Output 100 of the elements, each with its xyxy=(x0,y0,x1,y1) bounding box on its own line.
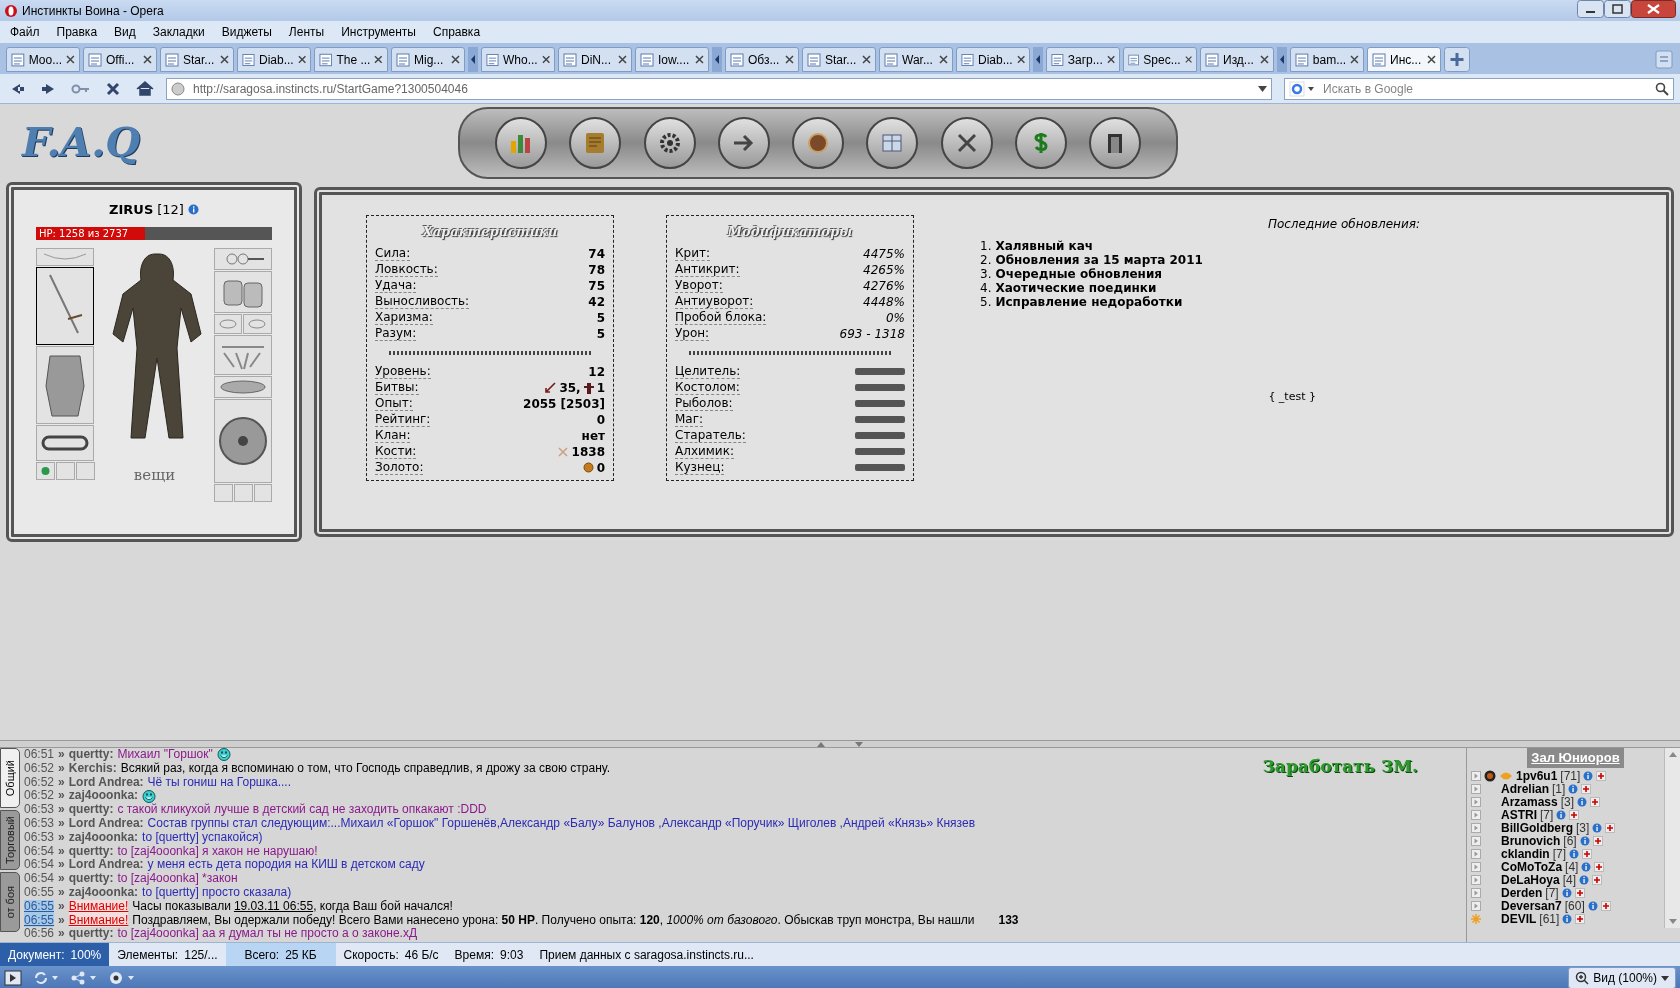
chat-author[interactable]: zaj4ooonka: xyxy=(68,830,139,845)
chat-author[interactable]: quertty: xyxy=(68,872,114,886)
browser-tab[interactable]: Diab... xyxy=(956,47,1030,72)
browser-tab[interactable]: Who... xyxy=(481,47,555,72)
browser-tab[interactable]: War... xyxy=(879,47,953,72)
chat-time[interactable]: 06:51 xyxy=(24,748,55,762)
plus-icon[interactable] xyxy=(1596,771,1607,781)
chat-author[interactable]: Lord Andrea: xyxy=(68,775,144,790)
chat-time[interactable]: 06:54 xyxy=(24,844,55,859)
close-icon[interactable] xyxy=(66,55,75,64)
browser-tab[interactable]: Загр... xyxy=(1046,47,1120,72)
chat-time[interactable]: 06:53 xyxy=(24,830,55,845)
chat-author[interactable]: quertty: xyxy=(68,927,114,942)
unite-icon[interactable] xyxy=(108,970,136,986)
plus-icon[interactable] xyxy=(1581,784,1592,794)
menu-item[interactable]: Виджеты xyxy=(221,23,272,41)
user-name-link[interactable]: DEVIL xyxy=(1501,910,1537,928)
chat-author[interactable]: quertty: xyxy=(68,803,114,817)
browser-tab[interactable]: DiN... xyxy=(558,47,632,72)
update-link[interactable]: Хаотические поединки xyxy=(995,281,1157,295)
browser-tab[interactable]: Iow.... xyxy=(635,47,709,72)
plus-icon[interactable] xyxy=(1590,797,1601,807)
chat-tab[interactable]: Торговый xyxy=(0,810,20,870)
plus-icon[interactable] xyxy=(1575,914,1586,924)
browser-tab[interactable]: Изд... xyxy=(1200,47,1274,72)
close-icon[interactable] xyxy=(1350,55,1359,64)
info-icon[interactable] xyxy=(1556,810,1567,820)
scrollbar[interactable] xyxy=(1664,748,1680,928)
browser-tab[interactable]: Moo... xyxy=(6,47,80,72)
browser-tab[interactable]: Offi... xyxy=(83,47,157,72)
share-icon[interactable] xyxy=(70,970,98,986)
update-link[interactable]: Исправление недоработки xyxy=(995,295,1183,309)
chat-time[interactable]: 06:52 xyxy=(24,761,55,776)
info-icon[interactable] xyxy=(1577,797,1588,807)
sync-icon[interactable] xyxy=(32,970,60,986)
expand-arrow-icon[interactable] xyxy=(855,741,863,747)
nav-menu-button[interactable] xyxy=(1014,117,1067,169)
plus-icon[interactable] xyxy=(1574,888,1585,898)
chat-tab[interactable]: Общий xyxy=(0,748,20,808)
close-icon[interactable] xyxy=(1106,55,1115,64)
menu-item[interactable]: Вид xyxy=(114,23,136,41)
chat-time[interactable]: 06:55 xyxy=(24,899,55,914)
browser-tab[interactable]: The ... xyxy=(314,47,388,72)
chat-author[interactable]: Kerchis: xyxy=(68,761,117,776)
chat-author[interactable]: quertty: xyxy=(68,844,114,859)
update-link[interactable]: Обновления за 15 марта 2011 xyxy=(995,253,1203,267)
browser-tab[interactable]: Обз... xyxy=(725,47,799,72)
menu-item[interactable]: Ленты xyxy=(288,23,325,41)
close-icon[interactable] xyxy=(451,55,460,64)
info-icon[interactable] xyxy=(1579,836,1590,846)
search-field[interactable]: Искать в Google xyxy=(1323,79,1647,98)
search-engine-icon[interactable] xyxy=(1289,80,1315,97)
close-icon[interactable] xyxy=(1016,55,1025,64)
nav-menu-button[interactable] xyxy=(1088,117,1141,169)
chat-author[interactable]: zaj4ooonka: xyxy=(68,789,139,804)
chat-author[interactable]: quertty: xyxy=(68,748,114,762)
chat-time[interactable]: 06:56 xyxy=(24,927,55,942)
user-name-link[interactable]: 1pv6u1 xyxy=(1516,767,1558,785)
menu-item[interactable]: Закладки xyxy=(152,23,205,41)
new-tab-button[interactable] xyxy=(1444,47,1470,72)
close-icon[interactable] xyxy=(1260,55,1269,64)
user-name-link[interactable]: ASTRI xyxy=(1501,806,1537,824)
close-icon[interactable] xyxy=(939,55,948,64)
plus-icon[interactable] xyxy=(1582,849,1593,859)
chat-author[interactable]: zaj4ooonka: xyxy=(68,885,139,900)
panel-toggle-button[interactable] xyxy=(4,970,22,986)
info-icon[interactable] xyxy=(1581,862,1592,872)
nav-menu-button[interactable] xyxy=(643,117,696,169)
collapse-arrow-icon[interactable] xyxy=(817,741,825,747)
nav-menu-button[interactable] xyxy=(569,117,622,169)
chat-time[interactable]: 06:53 xyxy=(24,817,55,831)
browser-tab[interactable]: Diab... xyxy=(237,47,311,72)
nav-menu-button[interactable] xyxy=(940,117,993,169)
search-box[interactable]: Искать в Google xyxy=(1284,77,1674,100)
browser-tab[interactable]: Star... xyxy=(802,47,876,72)
browser-tab[interactable]: bam... xyxy=(1290,47,1364,72)
menu-item[interactable]: Инструменты xyxy=(341,23,416,41)
close-icon[interactable] xyxy=(541,55,550,64)
restore-button[interactable] xyxy=(1604,0,1631,18)
zoom-button[interactable]: Вид (100%) xyxy=(1568,967,1676,988)
nav-menu-button[interactable] xyxy=(495,117,548,169)
plus-icon[interactable] xyxy=(1592,836,1603,846)
close-icon[interactable] xyxy=(618,55,627,64)
info-icon[interactable] xyxy=(1587,901,1598,911)
chat-time[interactable]: 06:52 xyxy=(24,775,55,790)
plus-icon[interactable] xyxy=(1592,875,1603,885)
plus-icon[interactable] xyxy=(1569,810,1580,820)
chat-time[interactable]: 06:52 xyxy=(24,789,55,804)
close-icon[interactable] xyxy=(143,55,152,64)
browser-tab[interactable]: Star... xyxy=(160,47,234,72)
close-icon[interactable] xyxy=(1184,55,1192,64)
close-icon[interactable] xyxy=(862,55,871,64)
plus-icon[interactable] xyxy=(1605,823,1616,833)
close-icon[interactable] xyxy=(1427,55,1436,64)
chat-author[interactable]: Lord Andrea: xyxy=(68,858,144,873)
browser-tab[interactable]: Spec... xyxy=(1123,47,1197,72)
equipment-slot[interactable] xyxy=(36,424,94,461)
menu-item[interactable]: Файл xyxy=(10,23,40,41)
info-icon[interactable] xyxy=(1568,784,1579,794)
plus-icon[interactable] xyxy=(1594,862,1605,872)
